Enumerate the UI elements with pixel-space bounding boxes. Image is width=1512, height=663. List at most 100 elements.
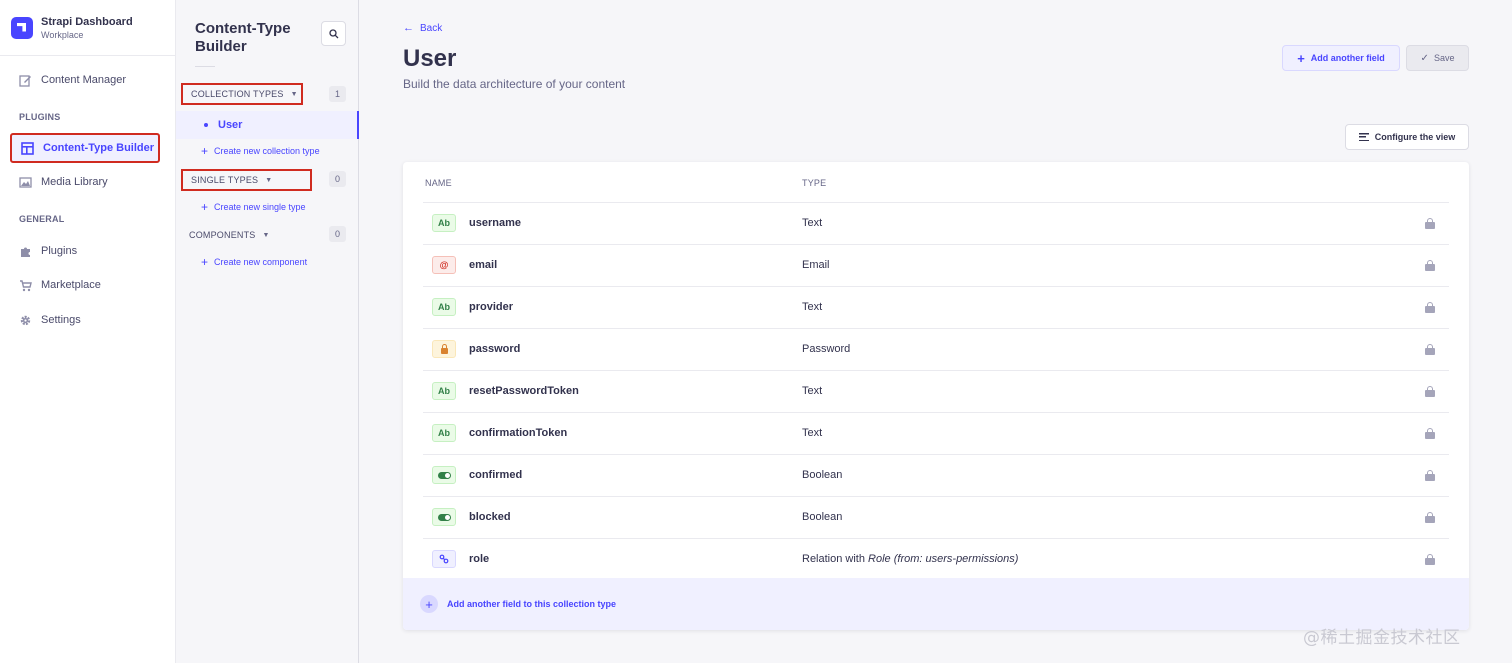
layout-icon <box>20 141 34 155</box>
single-types-toggle[interactable]: SINGLE TYPES ▼ <box>181 169 312 191</box>
field-name: blocked <box>469 511 511 523</box>
text-type-icon: Ab <box>432 424 456 442</box>
strapi-logo-icon <box>11 16 33 39</box>
list-icon <box>1358 133 1369 141</box>
create-single-type-label: Create new single type <box>214 202 306 212</box>
field-type: Boolean <box>802 469 843 481</box>
field-type: Text <box>802 301 823 313</box>
table-row[interactable]: password Password <box>423 328 1449 370</box>
field-type: Boolean <box>802 511 843 523</box>
save-label: Save <box>1433 53 1455 63</box>
arrow-left-icon: ← <box>403 22 414 34</box>
caret-down-icon: ▼ <box>290 90 298 98</box>
divider <box>195 66 215 67</box>
field-type: Email <box>802 259 830 271</box>
table-row[interactable]: @ email Email <box>423 244 1449 286</box>
table-row[interactable]: role Relation with Role (from: users-per… <box>423 538 1449 580</box>
configure-view-label: Configure the view <box>1374 132 1456 142</box>
lock-icon <box>1425 512 1435 523</box>
boolean-type-icon <box>432 508 456 526</box>
caret-down-icon: ▼ <box>262 231 270 239</box>
create-component-link[interactable]: + Create new component <box>201 255 308 269</box>
nav-marketplace-label: Marketplace <box>41 279 101 291</box>
table-row[interactable]: blocked Boolean <box>423 496 1449 538</box>
plus-circle-icon: + <box>420 595 438 613</box>
collection-type-item-label: User <box>218 119 243 131</box>
brand-subtitle: Workplace <box>41 29 84 40</box>
nav-plugins-label: Plugins <box>41 245 78 257</box>
back-link[interactable]: ← Back <box>403 22 442 34</box>
content-type-builder-subnav: Content-Type Builder COLLECTION TYPES ▼ … <box>176 0 359 663</box>
table-row[interactable]: Ab username Text <box>423 202 1449 244</box>
table-row[interactable]: confirmed Boolean <box>423 454 1449 496</box>
text-type-icon: Ab <box>432 214 456 232</box>
text-type-icon: Ab <box>432 298 456 316</box>
nav-media-library[interactable]: Media Library <box>10 167 160 197</box>
table-row[interactable]: Ab resetPasswordToken Text <box>423 370 1449 412</box>
main-content: ← Back User Build the data architecture … <box>359 0 1512 663</box>
field-type: Password <box>802 343 851 355</box>
nav-marketplace[interactable]: Marketplace <box>10 270 160 300</box>
save-button[interactable]: ✓ Save <box>1406 45 1469 71</box>
single-types-count: 0 <box>329 171 346 187</box>
plus-icon: + <box>201 255 209 269</box>
create-single-type-link[interactable]: + Create new single type <box>201 200 306 214</box>
create-collection-type-label: Create new collection type <box>214 146 320 156</box>
create-collection-type-link[interactable]: + Create new collection type <box>201 145 320 157</box>
collection-types-toggle[interactable]: COLLECTION TYPES ▼ <box>181 83 303 105</box>
add-another-field-button[interactable]: + Add another field <box>1282 45 1400 71</box>
table-row[interactable]: Ab provider Text <box>423 286 1449 328</box>
puzzle-icon <box>18 244 32 258</box>
field-type: Text <box>802 427 823 439</box>
field-name: role <box>469 553 490 565</box>
plus-icon: + <box>201 200 209 214</box>
lock-icon <box>1425 344 1435 355</box>
add-another-field-label: Add another field <box>1310 53 1385 63</box>
field-name: password <box>469 343 521 355</box>
components-toggle[interactable]: COMPONENTS ▼ <box>181 224 291 246</box>
components-label: COMPONENTS <box>189 230 256 240</box>
email-type-icon: @ <box>432 256 456 274</box>
column-header-type: TYPE <box>802 178 827 188</box>
nav-content-type-builder[interactable]: Content-Type Builder <box>10 133 160 163</box>
components-count: 0 <box>329 226 346 242</box>
back-label: Back <box>420 22 443 34</box>
lock-icon <box>1425 554 1435 565</box>
lock-icon <box>1425 470 1435 481</box>
field-name: email <box>469 259 498 271</box>
boolean-type-icon <box>432 466 456 484</box>
nav-content-manager-label: Content Manager <box>41 74 126 86</box>
check-icon: ✓ <box>1420 52 1429 64</box>
brand-header[interactable]: Strapi Dashboard Workplace <box>0 0 175 56</box>
password-type-icon <box>432 340 456 358</box>
watermark: @稀土掘金技术社区 <box>1303 628 1461 648</box>
text-type-icon: Ab <box>432 382 456 400</box>
shopping-cart-icon <box>18 278 32 292</box>
lock-icon <box>1425 218 1435 229</box>
nav-plugins[interactable]: Plugins <box>10 236 160 266</box>
field-name: provider <box>469 301 514 313</box>
lock-icon <box>1425 428 1435 439</box>
column-header-name: NAME <box>425 178 452 188</box>
field-name: username <box>469 217 521 229</box>
field-type: Text <box>802 385 823 397</box>
caret-down-icon: ▼ <box>265 176 273 184</box>
search-button[interactable] <box>321 21 346 46</box>
configure-view-button[interactable]: Configure the view <box>1345 124 1469 150</box>
page-subtitle: Build the data architecture of your cont… <box>403 77 626 91</box>
nav-settings[interactable]: Settings <box>10 305 160 335</box>
nav-media-library-label: Media Library <box>41 176 108 188</box>
subnav-title: Content-Type Builder <box>195 20 291 55</box>
image-icon <box>18 175 32 189</box>
add-field-to-collection-label: Add another field to this collection typ… <box>447 599 617 609</box>
table-row[interactable]: Ab confirmationToken Text <box>423 412 1449 454</box>
create-component-label: Create new component <box>214 257 308 267</box>
nav-settings-label: Settings <box>41 314 81 326</box>
fields-table: NAME TYPE Ab username Text @ email Email… <box>403 162 1469 630</box>
lock-icon <box>1425 386 1435 397</box>
field-type: Text <box>802 217 823 229</box>
nav-content-manager[interactable]: Content Manager <box>10 65 160 95</box>
collection-type-item-user[interactable]: User <box>176 111 359 139</box>
field-name: confirmed <box>469 469 523 481</box>
collection-types-count: 1 <box>329 86 346 102</box>
